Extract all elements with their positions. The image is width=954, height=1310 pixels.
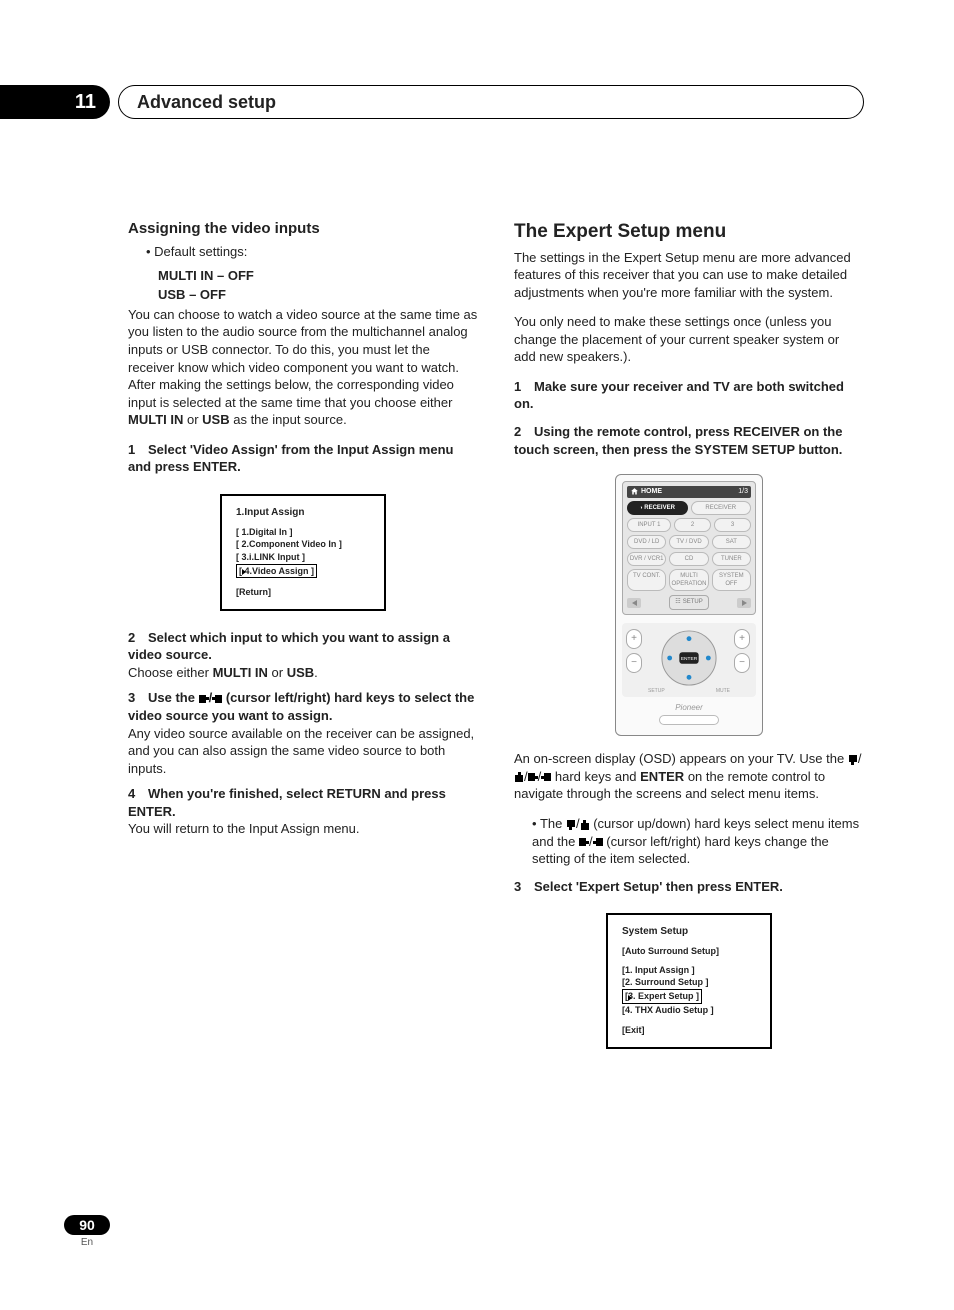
default-settings-label: Default settings: <box>146 243 478 261</box>
osd-item: [2. Surround Setup ] <box>622 976 760 989</box>
osd-return: [Return] <box>236 586 374 599</box>
dpad[interactable]: ENTER <box>660 629 718 687</box>
arrow-down-icon <box>514 772 524 782</box>
page-language: En <box>64 1237 110 1248</box>
home-button[interactable]: HOME <box>630 487 662 497</box>
receiver-hard-button[interactable] <box>659 715 719 725</box>
arrow-up-icon <box>566 820 576 830</box>
setup-icon: ☷ <box>675 598 680 606</box>
tuner-button[interactable]: TUNER <box>712 552 751 566</box>
expert-para-2: You only need to make these settings onc… <box>514 313 864 366</box>
step-4-detail: You will return to the Input Assign menu… <box>128 820 478 838</box>
cursor-keys-bullet: The / (cursor up/down) hard keys select … <box>532 815 864 868</box>
osd-title: 1.Input Assign <box>236 506 374 520</box>
left-column: Assigning the video inputs Default setti… <box>128 219 478 1067</box>
step-2: 2Select which input to which you want to… <box>128 629 478 664</box>
osd-system-setup: System Setup [Auto Surround Setup] [1. I… <box>606 913 772 1049</box>
enter-label: ENTER <box>681 655 698 661</box>
osd-item: [1. Input Assign ] <box>622 964 760 977</box>
osd-item: [ 3.i.LINK Input ] <box>236 551 374 564</box>
arrow-left-icon <box>528 772 538 782</box>
arrow-right-icon <box>593 837 603 847</box>
expert-para-1: The settings in the Expert Setup menu ar… <box>514 249 864 302</box>
multi-operation-button[interactable]: MULTI OPERATION <box>669 569 708 591</box>
chapter-title: Advanced setup <box>118 85 864 119</box>
step-1: 1Select 'Video Assign' from the Input As… <box>128 441 478 476</box>
dvr-vcr1-button[interactable]: DVR / VCR1 <box>627 552 666 566</box>
page-indicator: 1/3 <box>738 487 748 496</box>
right-column: The Expert Setup menu The settings in th… <box>514 219 864 1067</box>
osd-exit: [Exit] <box>622 1024 760 1037</box>
home-icon <box>630 487 639 497</box>
page-footer: 90 En <box>64 1215 110 1248</box>
tv-cont-button[interactable]: TV CONT. <box>627 569 666 591</box>
osd-title: System Setup <box>622 925 760 939</box>
osd-item-selected: [3. Expert Setup ] <box>622 989 702 1004</box>
arrow-left-icon <box>199 694 209 704</box>
remote-touchscreen: HOME 1/3 ◑ RECEIVER RECEIVER INPUT 1 <box>622 481 756 614</box>
dvd-ld-button[interactable]: DVD / LD <box>627 535 666 549</box>
setup-hardkey-label: SETUP <box>648 688 665 695</box>
sat-button[interactable]: SAT <box>712 535 751 549</box>
arrow-up-icon <box>848 755 858 765</box>
page-left-button[interactable] <box>627 598 641 608</box>
chapter-header: 11 Advanced setup <box>0 85 954 119</box>
cursor-icon <box>242 566 246 579</box>
osd-input-assign: 1.Input Assign [ 1.Digital In ] [ 2.Comp… <box>220 494 386 611</box>
ch-up-button[interactable]: + <box>734 629 750 649</box>
mute-label: MUTE <box>716 688 730 695</box>
system-setup-button[interactable]: ☷SETUP <box>669 595 708 609</box>
step-3: 3Use the / (cursor left/right) hard keys… <box>128 689 478 724</box>
vol-up-button[interactable]: + <box>626 629 642 649</box>
default-usb: USB – OFF <box>128 286 478 304</box>
arrow-left-icon <box>579 837 589 847</box>
osd-item-selected: [ 4.Video Assign ] <box>236 564 317 579</box>
expert-step-3: 3Select 'Expert Setup' then press ENTER. <box>514 878 864 896</box>
input-3-button[interactable]: 3 <box>714 518 751 532</box>
tv-dvd-button[interactable]: TV / DVD <box>669 535 708 549</box>
vol-down-button[interactable]: − <box>626 653 642 673</box>
page-number: 90 <box>64 1215 110 1235</box>
osd-item: [ 2.Component Video In ] <box>236 538 374 551</box>
page-right-button[interactable] <box>737 598 751 608</box>
osd-item: [ 1.Digital In ] <box>236 526 374 539</box>
expert-step-1: 1Make sure your receiver and TV are both… <box>514 378 864 413</box>
step-4: 4When you're finished, select RETURN and… <box>128 785 478 820</box>
osd-item: [Auto Surround Setup] <box>622 945 760 958</box>
receiver-tab-inactive[interactable]: RECEIVER <box>691 501 752 515</box>
ch-down-button[interactable]: − <box>734 653 750 673</box>
osd-item: [4. THX Audio Setup ] <box>622 1004 760 1017</box>
step-3-detail: Any video source available on the receiv… <box>128 725 478 778</box>
arrow-right-icon <box>212 694 222 704</box>
system-off-button[interactable]: SYSTEM OFF <box>712 569 751 591</box>
section-heading-assign-video: Assigning the video inputs <box>128 219 478 239</box>
intro-paragraph: You can choose to watch a video source a… <box>128 306 478 429</box>
remote-hardkeys: + − + − ENTER <box>622 623 756 697</box>
cursor-icon <box>628 991 632 1004</box>
osd-description: An on-screen display (OSD) appears on yo… <box>514 750 864 803</box>
expert-step-2: 2Using the remote control, press RECEIVE… <box>514 423 864 458</box>
arrow-right-icon <box>541 772 551 782</box>
step-2-detail: Choose either MULTI IN or USB. <box>128 664 478 682</box>
cd-button[interactable]: CD <box>669 552 708 566</box>
remote-control-illustration: HOME 1/3 ◑ RECEIVER RECEIVER INPUT 1 <box>615 474 763 736</box>
section-heading-expert-setup: The Expert Setup menu <box>514 219 864 245</box>
brand-label: Pioneer <box>622 703 756 714</box>
default-multi-in: MULTI IN – OFF <box>128 267 478 285</box>
input-2-button[interactable]: 2 <box>674 518 711 532</box>
input-1-button[interactable]: INPUT 1 <box>627 518 671 532</box>
arrow-down-icon <box>580 820 590 830</box>
chapter-number-pill: 11 <box>0 85 110 119</box>
receiver-tab-active[interactable]: ◑ RECEIVER <box>627 501 688 515</box>
